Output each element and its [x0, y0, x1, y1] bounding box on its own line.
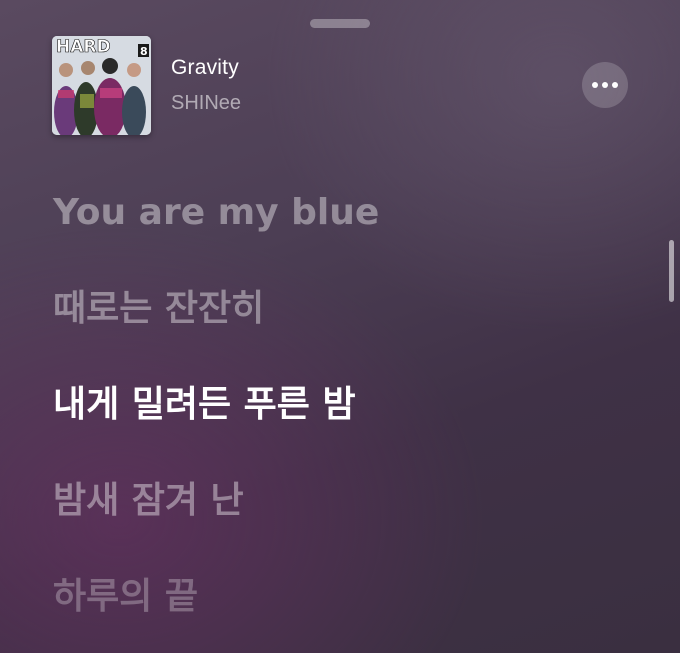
- lyric-line[interactable]: 밤새 잠겨 난: [53, 471, 620, 531]
- lyric-line[interactable]: 하루의 끝: [53, 567, 620, 627]
- lyric-line[interactable]: You are my blue: [53, 183, 620, 243]
- lyric-line[interactable]: 때로는 잔잔히: [53, 279, 620, 339]
- ellipsis-icon: [592, 82, 618, 88]
- lyrics-scrollbar[interactable]: [669, 240, 674, 302]
- album-artwork[interactable]: HARD 8: [52, 36, 151, 135]
- sheet-grabber-handle[interactable]: [310, 19, 370, 28]
- album-logo-number: 8: [140, 45, 148, 58]
- lyrics-list: You are my blue 때로는 잔잔히 내게 밀려든 푸른 밤 밤새 잠…: [53, 183, 620, 653]
- album-logo-text: HARD: [56, 37, 111, 57]
- song-title[interactable]: Gravity: [171, 56, 239, 80]
- more-options-button[interactable]: [582, 62, 628, 108]
- artist-name[interactable]: SHINee: [171, 92, 241, 115]
- lyric-line-active[interactable]: 내게 밀려든 푸른 밤: [53, 375, 620, 435]
- now-playing-header: HARD 8 Gravity SHINee: [52, 36, 628, 136]
